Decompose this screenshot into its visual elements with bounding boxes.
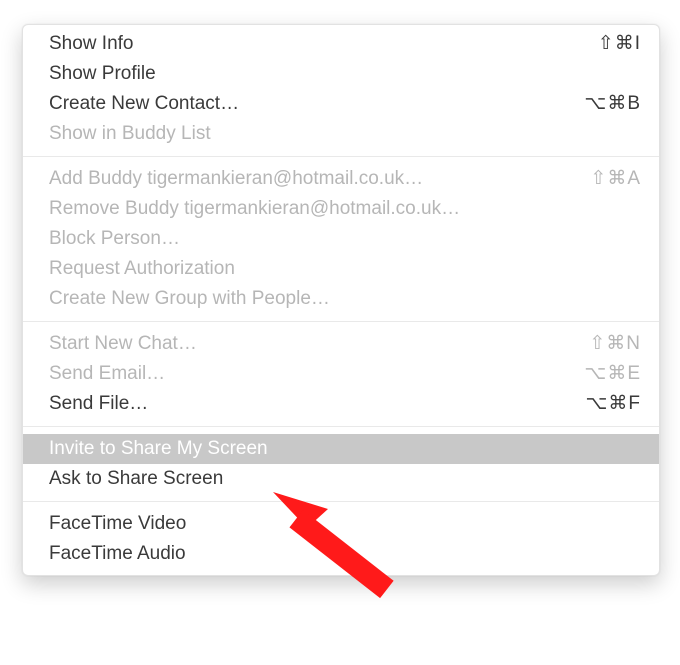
menu-item-label: Ask to Share Screen (49, 464, 223, 494)
menu-item-label: Send File… (49, 389, 148, 419)
menu-item-remove-buddy: Remove Buddy tigermankieran@hotmail.co.u… (23, 194, 659, 224)
menu-item-shortcut: ⇧⌘N (589, 329, 641, 359)
menu-item-label: FaceTime Video (49, 509, 186, 539)
menu-item-label: Show Info (49, 29, 134, 59)
menu-separator (23, 426, 659, 427)
menu-item-label: Send Email… (49, 359, 165, 389)
context-menu: Show Info ⇧⌘I Show Profile Create New Co… (22, 24, 660, 576)
menu-item-label: Create New Contact… (49, 89, 239, 119)
menu-item-facetime-audio[interactable]: FaceTime Audio (23, 539, 659, 569)
menu-item-label: Show in Buddy List (49, 119, 211, 149)
menu-item-label: Invite to Share My Screen (49, 434, 268, 464)
menu-item-add-buddy: Add Buddy tigermankieran@hotmail.co.uk… … (23, 164, 659, 194)
menu-item-shortcut: ⌥⌘B (584, 89, 641, 119)
menu-item-shortcut: ⇧⌘I (598, 29, 641, 59)
menu-item-start-new-chat: Start New Chat… ⇧⌘N (23, 329, 659, 359)
menu-item-shortcut: ⌥⌘F (585, 389, 641, 419)
menu-item-show-profile[interactable]: Show Profile (23, 59, 659, 89)
menu-item-label: Create New Group with People… (49, 284, 330, 314)
menu-item-create-new-contact[interactable]: Create New Contact… ⌥⌘B (23, 89, 659, 119)
menu-item-send-file[interactable]: Send File… ⌥⌘F (23, 389, 659, 419)
menu-item-ask-to-share-screen[interactable]: Ask to Share Screen (23, 464, 659, 494)
menu-separator (23, 501, 659, 502)
menu-item-send-email: Send Email… ⌥⌘E (23, 359, 659, 389)
menu-item-shortcut: ⌥⌘E (584, 359, 641, 389)
menu-item-request-authorization: Request Authorization (23, 254, 659, 284)
menu-item-label: Remove Buddy tigermankieran@hotmail.co.u… (49, 194, 460, 224)
menu-item-shortcut: ⇧⌘A (590, 164, 641, 194)
menu-item-show-in-buddy-list: Show in Buddy List (23, 119, 659, 149)
menu-item-show-info[interactable]: Show Info ⇧⌘I (23, 29, 659, 59)
menu-separator (23, 321, 659, 322)
menu-item-create-new-group-with-people: Create New Group with People… (23, 284, 659, 314)
menu-item-label: Block Person… (49, 224, 180, 254)
menu-item-label: FaceTime Audio (49, 539, 186, 569)
menu-item-label: Show Profile (49, 59, 156, 89)
menu-item-label: Add Buddy tigermankieran@hotmail.co.uk… (49, 164, 423, 194)
menu-item-block-person: Block Person… (23, 224, 659, 254)
menu-separator (23, 156, 659, 157)
menu-item-facetime-video[interactable]: FaceTime Video (23, 509, 659, 539)
menu-item-label: Request Authorization (49, 254, 235, 284)
menu-item-invite-to-share-my-screen[interactable]: Invite to Share My Screen (23, 434, 659, 464)
menu-item-label: Start New Chat… (49, 329, 197, 359)
